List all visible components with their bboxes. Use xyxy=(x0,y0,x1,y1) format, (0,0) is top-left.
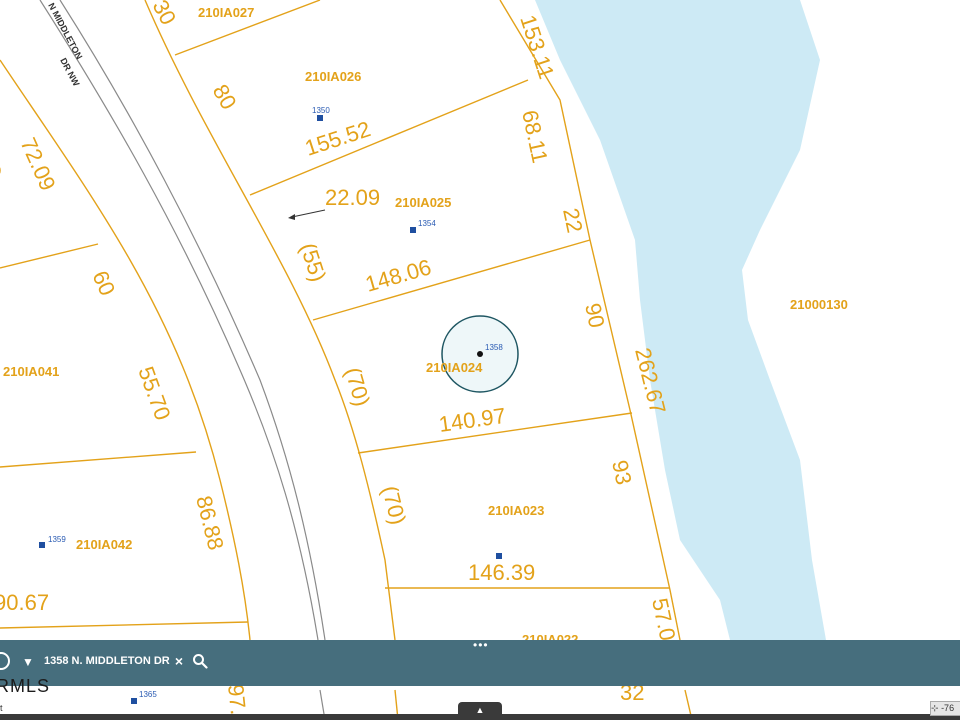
address-label-1365: 1365 xyxy=(139,690,157,699)
address-marker-1350[interactable] xyxy=(317,115,323,121)
parcel-id-210ia027[interactable]: 210IA027 xyxy=(198,5,254,20)
dim-label: 72.09 xyxy=(15,134,60,194)
dim-label: 22.09 xyxy=(325,185,380,210)
dim-label: 68.11 xyxy=(517,108,553,165)
dim-label: (70) xyxy=(377,483,411,527)
dim-label: 22 xyxy=(558,206,588,235)
coordinate-text: -76 xyxy=(941,703,955,713)
dim-label: 155.52 xyxy=(302,116,374,161)
dim-label: 90 xyxy=(580,301,610,330)
dim-label: 60 xyxy=(87,267,120,300)
address-label-1358: 1358 xyxy=(485,343,503,352)
parcel-id-210ia041[interactable]: 210IA041 xyxy=(3,364,59,379)
address-marker-1365[interactable] xyxy=(131,698,137,704)
parcel-id-210ia042[interactable]: 210IA042 xyxy=(76,537,132,552)
leader-arrow xyxy=(291,209,326,218)
dim-label: 93 xyxy=(607,458,637,487)
toolbar-grip-handle[interactable]: ••• xyxy=(473,639,489,651)
search-input[interactable] xyxy=(40,649,186,673)
address-marker-1354[interactable] xyxy=(410,227,416,233)
leader-arrowhead xyxy=(288,214,295,220)
dim-label: 140.97 xyxy=(437,403,507,437)
search-source-dropdown[interactable]: ▼ xyxy=(20,652,36,672)
dim-label: 97. xyxy=(223,683,251,716)
dim-label: 30 xyxy=(148,0,182,29)
caret-down-icon: ▼ xyxy=(22,655,34,669)
parcel-id-210ia026[interactable]: 210IA026 xyxy=(305,69,361,84)
clear-search-icon[interactable]: × xyxy=(172,652,186,670)
dim-label: 86.88 xyxy=(191,493,229,552)
parcel-id-210ia024[interactable]: 210IA024 xyxy=(426,360,483,375)
address-label-1350: 1350 xyxy=(312,106,330,115)
parcel-id-210ia023[interactable]: 210IA023 xyxy=(488,503,544,518)
attribution-text: t xyxy=(0,703,3,713)
dim-label: 148.06 xyxy=(362,254,434,297)
selected-point-marker[interactable] xyxy=(477,351,483,357)
parcel-map[interactable]: N MIDDLETON DR NW 210IA027 210IA026 210I… xyxy=(0,0,960,720)
parcel-id-21000130[interactable]: 21000130 xyxy=(790,297,848,312)
street-label: N MIDDLETON xyxy=(46,1,84,61)
search-icon[interactable] xyxy=(192,653,208,669)
dim-label: 90.67 xyxy=(0,590,49,615)
rmls-logo: RMLS xyxy=(0,676,51,696)
coordinate-readout: ⊹ -76 xyxy=(930,701,960,716)
address-marker-210ia023[interactable] xyxy=(496,553,502,559)
dim-label: 80 xyxy=(208,80,242,114)
dim-label: (55) xyxy=(295,240,331,285)
chevron-up-icon: ▲ xyxy=(475,705,485,715)
parcel-id-210ia025[interactable]: 210IA025 xyxy=(395,195,451,210)
expand-panel-button[interactable]: ▲ xyxy=(458,702,502,718)
dim-label: 57.0 xyxy=(647,596,680,643)
dim-label: (70) xyxy=(340,364,375,409)
address-label-1354: 1354 xyxy=(418,219,436,228)
crosshair-icon: ⊹ xyxy=(931,703,939,713)
address-label-1359: 1359 xyxy=(48,535,66,544)
water-body xyxy=(535,0,826,640)
dim-label: 0 xyxy=(0,163,1,178)
address-marker-1359[interactable] xyxy=(39,542,45,548)
dim-label: 146.39 xyxy=(468,560,535,585)
dim-label: 55.70 xyxy=(133,363,175,423)
